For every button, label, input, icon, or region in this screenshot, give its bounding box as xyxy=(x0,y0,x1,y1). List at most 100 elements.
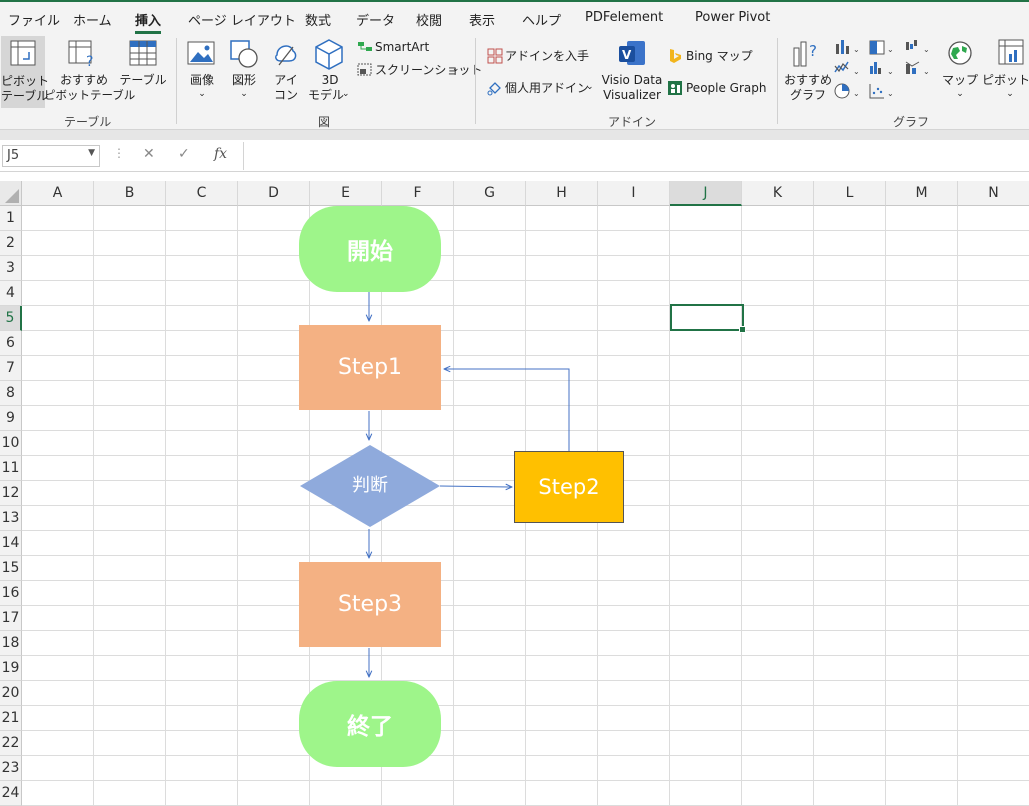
row-header-5[interactable]: 5 xyxy=(0,306,22,331)
statistic-chart-icon: ⌄ xyxy=(870,62,894,76)
my-addin-icon xyxy=(487,82,501,96)
row-header-12[interactable]: 12 xyxy=(0,481,22,506)
shape-icon xyxy=(230,40,258,68)
selected-cell-j5[interactable] xyxy=(670,304,746,333)
flow-end-terminal[interactable]: 終了 xyxy=(299,681,441,767)
more-icon[interactable]: ⋮ xyxy=(113,146,125,160)
name-box-dropdown-icon[interactable]: ▼ xyxy=(88,148,95,158)
group-label-chart: グラフ xyxy=(893,115,930,129)
recommended-chart-label-1: おすすめ xyxy=(783,73,832,87)
shape-label: 図形 xyxy=(231,73,256,87)
flow-step2-process[interactable]: Step2 xyxy=(514,451,624,523)
image-label: 画像 xyxy=(189,73,214,87)
flow-step3-process[interactable]: Step3 xyxy=(299,562,441,647)
name-box[interactable]: J5 ▼ xyxy=(2,145,100,167)
name-box-value: J5 xyxy=(7,148,20,163)
tab-file[interactable]: ファイル xyxy=(8,10,60,29)
row-header-21[interactable]: 21 xyxy=(0,706,22,731)
3d-model-dropdown-icon: ⌄ xyxy=(342,89,350,99)
row-header-1[interactable]: 1 xyxy=(0,206,22,231)
tab-data[interactable]: データ xyxy=(356,10,395,29)
recommended-chart-label-2: グラフ xyxy=(789,88,826,102)
pivot-table-button[interactable]: ピボット テーブル xyxy=(1,36,50,108)
row-header-6[interactable]: 6 xyxy=(0,331,22,356)
column-header-f[interactable]: F xyxy=(382,181,454,206)
waterfall-chart-icon: ⌄ xyxy=(906,40,930,54)
row-header-9[interactable]: 9 xyxy=(0,406,22,431)
scatter-chart-icon: ⌄ xyxy=(869,84,894,99)
column-header-b[interactable]: B xyxy=(94,181,166,206)
pivot-table-icon xyxy=(10,40,36,66)
table-label: テーブル xyxy=(119,73,167,87)
flow-start-terminal[interactable]: 開始 xyxy=(299,206,441,292)
row-header-7[interactable]: 7 xyxy=(0,356,22,381)
tab-review[interactable]: 校閲 xyxy=(416,10,442,29)
select-all-corner[interactable] xyxy=(0,181,22,206)
column-header-a[interactable]: A xyxy=(22,181,94,206)
row-header-22[interactable]: 22 xyxy=(0,731,22,756)
enter-icon[interactable]: ✓ xyxy=(178,146,190,162)
recommended-pivot-label-2: ピボットテーブル xyxy=(44,88,136,102)
image-icon xyxy=(187,41,215,65)
tab-formulas[interactable]: 数式 xyxy=(305,10,331,29)
row-header-15[interactable]: 15 xyxy=(0,556,22,581)
tab-home[interactable]: ホーム xyxy=(73,10,112,29)
tab-insert[interactable]: 挿入 xyxy=(135,10,162,34)
group-label-table: テーブル xyxy=(64,115,112,129)
row-header-4[interactable]: 4 xyxy=(0,281,22,306)
svg-text:V: V xyxy=(622,48,632,62)
pivot-chart-dropdown-icon: ⌄ xyxy=(1006,89,1014,99)
row-header-3[interactable]: 3 xyxy=(0,256,22,281)
tab-power-pivot[interactable]: Power Pivot xyxy=(695,10,770,25)
column-header-n[interactable]: N xyxy=(958,181,1029,206)
row-header-23[interactable]: 23 xyxy=(0,756,22,781)
row-header-13[interactable]: 13 xyxy=(0,506,22,531)
flow-step1-process[interactable]: Step1 xyxy=(299,325,441,410)
combo-chart-icon: ⌄ xyxy=(905,61,930,76)
row-header-19[interactable]: 19 xyxy=(0,656,22,681)
column-header-k[interactable]: K xyxy=(742,181,814,206)
column-header-i[interactable]: I xyxy=(598,181,670,206)
column-header-j[interactable]: J xyxy=(670,181,742,206)
row-header-24[interactable]: 24 xyxy=(0,781,22,806)
formula-input[interactable] xyxy=(243,142,1029,170)
svg-text:⌄: ⌄ xyxy=(853,67,860,76)
tab-help[interactable]: ヘルプ xyxy=(522,10,561,29)
function-icon[interactable]: fx xyxy=(214,146,227,162)
smartart-label: SmartArt xyxy=(375,40,430,54)
row-header-10[interactable]: 10 xyxy=(0,431,22,456)
chart-type-icons[interactable]: ⌄ ⌄ ⌄ ⌄ ⌄ ⌄ ⌄ ⌄ xyxy=(834,38,946,104)
group-separator xyxy=(777,38,778,124)
row-header-14[interactable]: 14 xyxy=(0,531,22,556)
tab-page-layout[interactable]: ページ レイアウト xyxy=(188,10,296,29)
flow-decision-diamond[interactable] xyxy=(299,444,441,528)
flow-start-label: 開始 xyxy=(347,239,393,265)
column-header-e[interactable]: E xyxy=(310,181,382,206)
visio-label-2: Visualizer xyxy=(603,88,661,102)
column-header-l[interactable]: L xyxy=(814,181,886,206)
row-header-20[interactable]: 20 xyxy=(0,681,22,706)
icons-icon xyxy=(275,45,297,66)
row-header-16[interactable]: 16 xyxy=(0,581,22,606)
column-header-g[interactable]: G xyxy=(454,181,526,206)
image-dropdown-icon: ⌄ xyxy=(198,89,206,99)
group-separator xyxy=(176,38,177,124)
group-separator xyxy=(475,38,476,124)
pivot-chart-icon xyxy=(998,39,1024,65)
column-header-h[interactable]: H xyxy=(526,181,598,206)
column-header-c[interactable]: C xyxy=(166,181,238,206)
row-header-11[interactable]: 11 xyxy=(0,456,22,481)
row-header-8[interactable]: 8 xyxy=(0,381,22,406)
cancel-icon[interactable]: ✕ xyxy=(143,146,155,162)
pivot-table-label-1: ピボット xyxy=(1,74,50,88)
column-header-m[interactable]: M xyxy=(886,181,958,206)
row-header-18[interactable]: 18 xyxy=(0,631,22,656)
ribbon-tab-bar: ファイル ホーム 挿入 ページ レイアウト 数式 データ 校閲 表示 ヘルプ P… xyxy=(0,0,1029,34)
row-header-17[interactable]: 17 xyxy=(0,606,22,631)
recommended-pivot-icon: ? xyxy=(68,40,93,67)
column-header-d[interactable]: D xyxy=(238,181,310,206)
row-header-2[interactable]: 2 xyxy=(0,231,22,256)
tab-view[interactable]: 表示 xyxy=(469,10,495,29)
screenshot-dropdown-icon: ⌄ xyxy=(452,64,460,74)
tab-pdfelement[interactable]: PDFelement xyxy=(585,10,663,25)
